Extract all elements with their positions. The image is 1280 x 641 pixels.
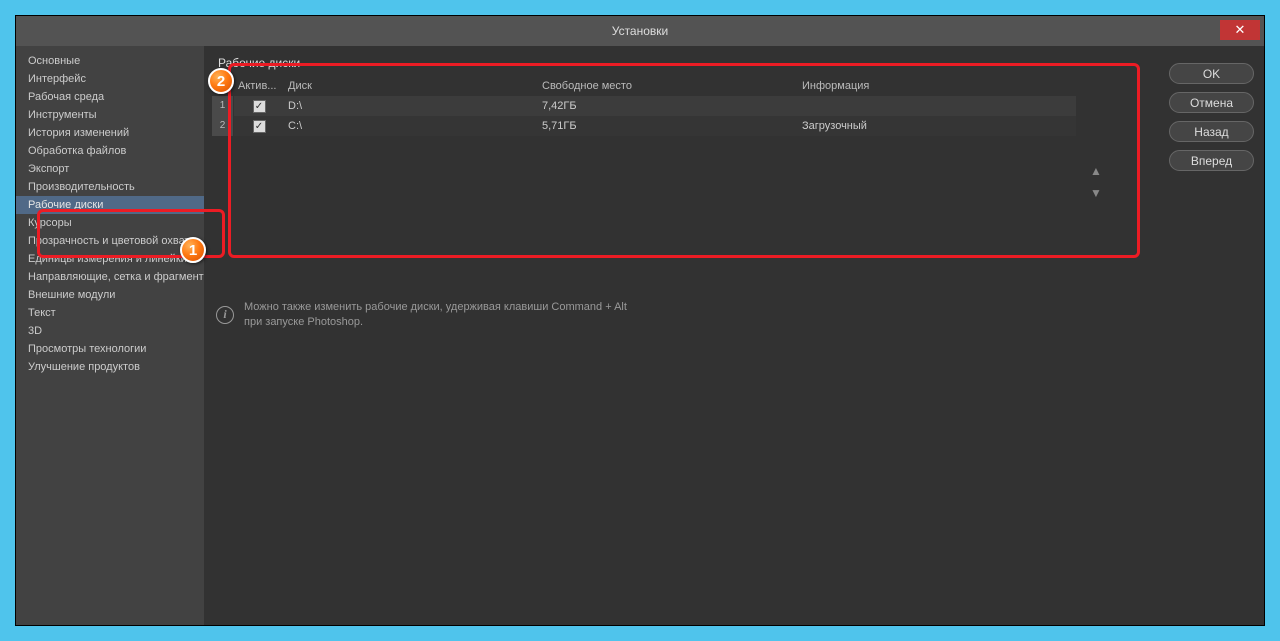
sidebar-item-guides[interactable]: Направляющие, сетка и фрагменты (16, 268, 204, 286)
sidebar-item-cursors[interactable]: Курсоры (16, 214, 204, 232)
th-info: Информация (802, 80, 1076, 92)
info-note: i Можно также изменить рабочие диски, уд… (212, 286, 1159, 330)
row-number: 1 (212, 96, 234, 116)
sidebar-item-type[interactable]: Текст (16, 304, 204, 322)
info-line: при запуске Photoshop. (244, 315, 627, 330)
scratch-disks-panel: Рабочие диски Актив... Диск Свободное ме… (212, 54, 1076, 136)
row-number: 2 (212, 116, 234, 136)
sidebar-item-transparency[interactable]: Прозрачность и цветовой охват (16, 232, 204, 250)
prev-button[interactable]: Назад (1169, 121, 1254, 142)
sidebar: Основные Интерфейс Рабочая среда Инструм… (16, 46, 204, 625)
info-icon: i (216, 306, 234, 324)
cancel-button[interactable]: Отмена (1169, 92, 1254, 113)
sidebar-item-file-handling[interactable]: Обработка файлов (16, 142, 204, 160)
sidebar-item-tech-previews[interactable]: Просмотры технологии (16, 340, 204, 358)
table-row[interactable]: 1 ✓ D:\ 7,42ГБ (212, 96, 1076, 116)
sidebar-item-export[interactable]: Экспорт (16, 160, 204, 178)
sidebar-item-general[interactable]: Основные (16, 52, 204, 70)
titlebar: Установки ✕ (16, 16, 1264, 46)
preferences-window: Установки ✕ Основные Интерфейс Рабочая с… (15, 15, 1265, 626)
move-down-button[interactable]: ▼ (1088, 186, 1104, 200)
sidebar-item-units[interactable]: Единицы измерения и линейки (16, 250, 204, 268)
close-icon: ✕ (1235, 22, 1246, 38)
cell-free: 5,71ГБ (542, 120, 802, 132)
sidebar-item-product-improvement[interactable]: Улучшение продуктов (16, 358, 204, 376)
next-button[interactable]: Вперед (1169, 150, 1254, 171)
sidebar-item-3d[interactable]: 3D (16, 322, 204, 340)
th-active: Актив... (234, 80, 284, 92)
checkbox-active[interactable]: ✓ (253, 100, 266, 113)
sidebar-item-history[interactable]: История изменений (16, 124, 204, 142)
section-title: Рабочие диски (212, 54, 1076, 76)
dialog-buttons: OK Отмена Назад Вперед (1159, 54, 1264, 625)
checkbox-active[interactable]: ✓ (253, 120, 266, 133)
info-line: Можно также изменить рабочие диски, удер… (244, 300, 627, 315)
annotation-badge-1: 1 (180, 237, 206, 263)
sidebar-item-workspace[interactable]: Рабочая среда (16, 88, 204, 106)
window-title: Установки (612, 24, 668, 38)
sidebar-item-performance[interactable]: Производительность (16, 178, 204, 196)
close-button[interactable]: ✕ (1220, 20, 1260, 40)
sidebar-item-plugins[interactable]: Внешние модули (16, 286, 204, 304)
move-up-button[interactable]: ▲ (1088, 164, 1104, 178)
th-disk: Диск (284, 80, 542, 92)
scratch-disks-table: Актив... Диск Свободное место Информация… (212, 76, 1076, 136)
annotation-badge-2: 2 (208, 68, 234, 94)
table-row[interactable]: 2 ✓ C:\ 5,71ГБ Загрузочный (212, 116, 1076, 136)
sidebar-item-interface[interactable]: Интерфейс (16, 70, 204, 88)
sidebar-item-tools[interactable]: Инструменты (16, 106, 204, 124)
cell-free: 7,42ГБ (542, 100, 802, 112)
cell-disk: C:\ (284, 120, 542, 132)
ok-button[interactable]: OK (1169, 63, 1254, 84)
cell-info: Загрузочный (802, 120, 1076, 132)
cell-disk: D:\ (284, 100, 542, 112)
sidebar-item-scratch-disks[interactable]: Рабочие диски (16, 196, 204, 214)
th-free: Свободное место (542, 80, 802, 92)
